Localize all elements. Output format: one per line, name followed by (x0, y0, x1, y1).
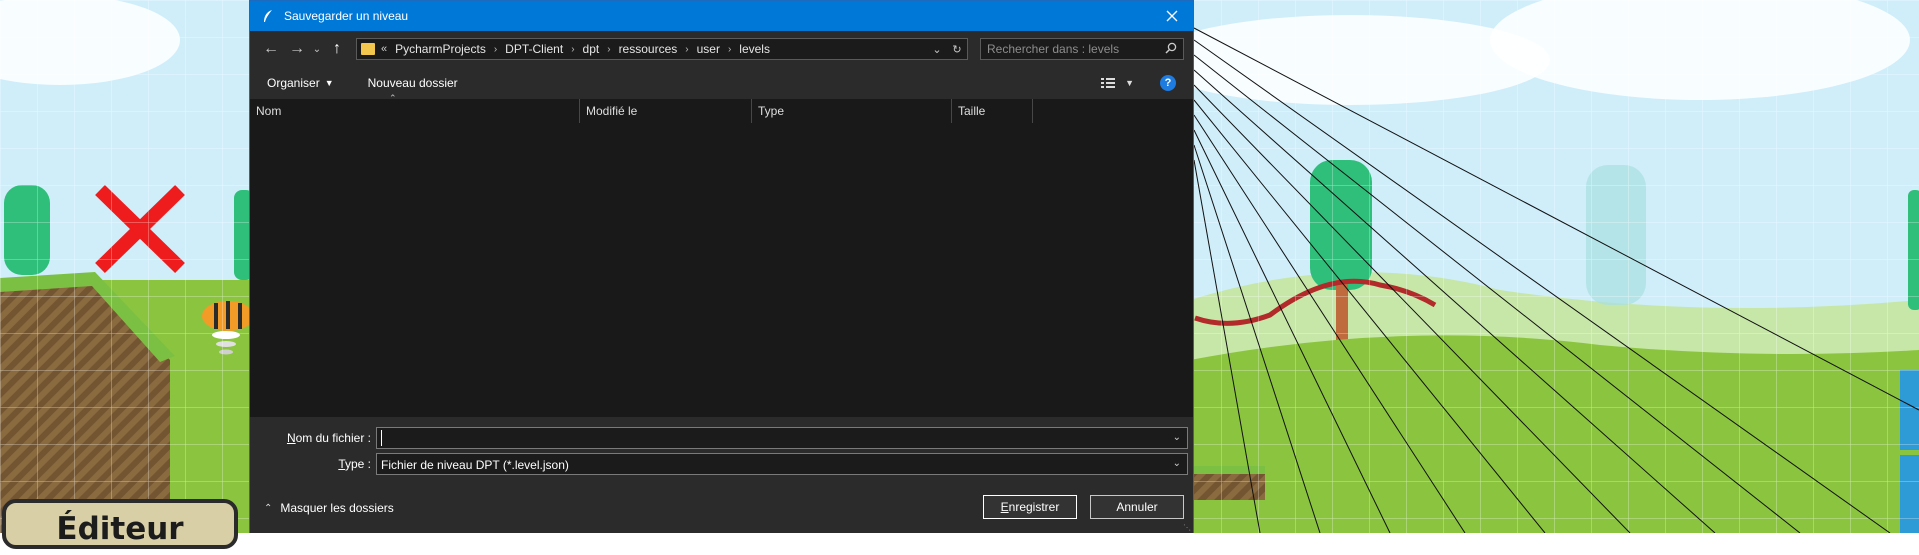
feather-icon (260, 8, 276, 24)
back-arrow-icon[interactable]: ← (258, 36, 284, 62)
save-button[interactable]: Enregistrer (983, 495, 1077, 519)
chevron-right-icon[interactable]: › (571, 44, 574, 55)
search-icon[interactable] (1165, 42, 1177, 57)
column-headers: ⌃ Nom Modifié le Type Taille (250, 93, 1193, 123)
filetype-row: Type : Fichier de niveau DPT (*.level.js… (250, 453, 1193, 475)
help-icon[interactable]: ? (1160, 75, 1176, 91)
search-input[interactable] (987, 42, 1165, 56)
resize-grip-icon[interactable]: ⋱ (1183, 523, 1191, 532)
breadcrumb-item[interactable]: DPT-Client (505, 42, 563, 56)
file-list[interactable]: ⌃ Nom Modifié le Type Taille (250, 93, 1193, 417)
save-dialog: Sauvegarder un niveau ← → ⌄ ↑ « PycharmP… (249, 0, 1194, 533)
address-bar[interactable]: « PycharmProjects › DPT-Client › dpt › r… (356, 38, 968, 60)
refresh-icon[interactable]: ↻ (947, 43, 967, 56)
breadcrumb-item[interactable]: user (697, 42, 720, 56)
forward-arrow-icon[interactable]: → (284, 36, 310, 62)
window-title: Sauvegarder un niveau (284, 9, 409, 23)
cancel-button[interactable]: Annuler (1090, 495, 1184, 519)
view-options-button[interactable]: ▼ (1101, 77, 1134, 89)
close-icon (1166, 10, 1178, 22)
new-folder-button[interactable]: Nouveau dossier (368, 76, 458, 90)
recent-dropdown-icon[interactable]: ⌄ (310, 36, 324, 62)
breadcrumb-item[interactable]: levels (739, 42, 770, 56)
organize-label: Organiser (267, 76, 320, 90)
column-header-name[interactable]: Nom (250, 99, 580, 123)
filename-label: Nom du fichier : (286, 431, 371, 445)
address-dropdown-icon[interactable]: ⌄ (927, 43, 947, 56)
chevron-right-icon[interactable]: › (685, 44, 688, 55)
breadcrumb-item[interactable]: dpt (583, 42, 600, 56)
up-arrow-icon[interactable]: ↑ (324, 36, 350, 62)
column-header-type[interactable]: Type (752, 99, 952, 123)
caret-down-icon: ▼ (324, 78, 334, 88)
breadcrumb-overflow[interactable]: « (381, 43, 387, 55)
column-header-modified[interactable]: Modifié le (580, 99, 752, 123)
breadcrumb-item[interactable]: PycharmProjects (395, 42, 486, 56)
filename-row: Nom du fichier : ⌄ (250, 427, 1193, 449)
save-form: Nom du fichier : ⌄ Type : Fichier de niv… (250, 417, 1193, 533)
chevron-right-icon[interactable]: › (728, 44, 731, 55)
hide-folders-toggle[interactable]: ⌃ Masquer les dossiers (264, 501, 394, 515)
filetype-label: Type : (338, 457, 371, 471)
sort-ascending-icon: ⌃ (389, 93, 397, 103)
chevron-up-icon: ⌃ (264, 502, 273, 514)
organize-button[interactable]: Organiser ▼ (267, 76, 334, 90)
breadcrumb-item[interactable]: ressources (619, 42, 678, 56)
hide-folders-label: Masquer les dossiers (280, 501, 394, 515)
folder-icon (361, 43, 375, 55)
column-header-size[interactable]: Taille (952, 99, 1033, 123)
title-bar[interactable]: Sauvegarder un niveau (250, 1, 1193, 31)
address-row: ← → ⌄ ↑ « PycharmProjects › DPT-Client ›… (250, 31, 1193, 67)
filename-combobox: ⌄ (376, 427, 1188, 449)
close-button[interactable] (1151, 1, 1193, 31)
chevron-right-icon[interactable]: › (607, 44, 610, 55)
chevron-down-icon[interactable]: ⌄ (1173, 458, 1181, 469)
view-list-icon (1101, 78, 1116, 88)
editor-badge[interactable]: Éditeur (2, 499, 238, 549)
filetype-select[interactable]: Fichier de niveau DPT (*.level.json) ⌄ (376, 453, 1188, 475)
caret-down-icon: ▼ (1125, 78, 1134, 88)
filetype-value: Fichier de niveau DPT (*.level.json) (381, 458, 569, 472)
chevron-down-icon[interactable]: ⌄ (1173, 432, 1181, 443)
filename-input[interactable] (381, 430, 1162, 446)
search-box (980, 38, 1184, 60)
chevron-right-icon[interactable]: › (494, 44, 497, 55)
